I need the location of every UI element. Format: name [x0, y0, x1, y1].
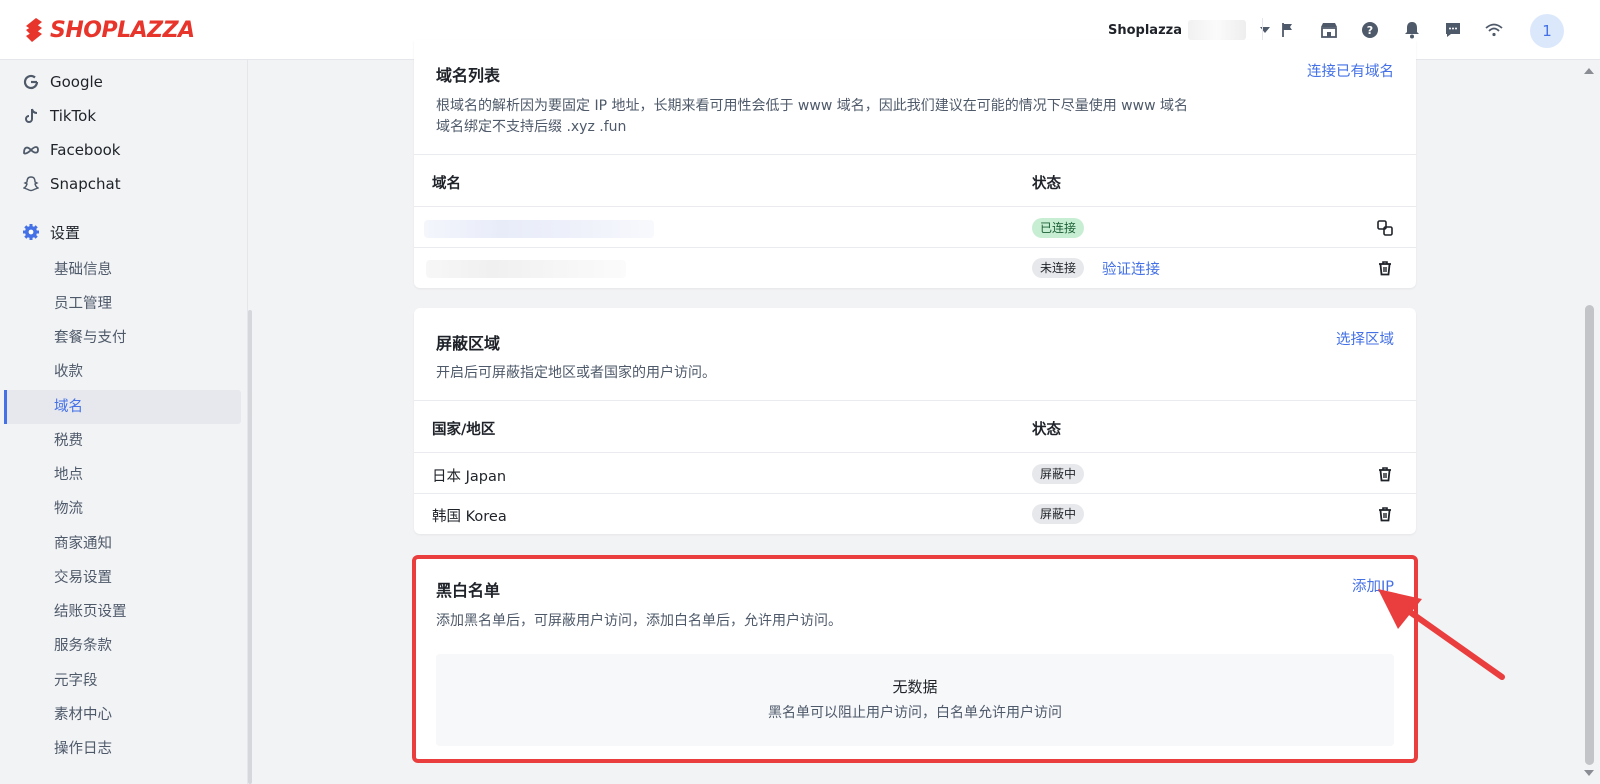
- table-row: 未连接 验证连接: [414, 248, 1416, 288]
- store-switcher[interactable]: Shoplazza: [1108, 20, 1270, 40]
- scroll-down-icon[interactable]: [1584, 770, 1594, 776]
- status-badge: 屏蔽中: [1032, 504, 1085, 524]
- wifi-icon[interactable]: [1484, 20, 1504, 40]
- blocked-region-card: 屏蔽区域 选择区域 开启后可屏蔽指定地区或者国家的用户访问。 国家/地区 状态 …: [414, 308, 1416, 534]
- sidebar-item-label: TikTok: [50, 107, 97, 125]
- region-name: 韩国 Korea: [432, 509, 507, 525]
- meta-icon: [22, 141, 40, 159]
- column-header-status: 状态: [1032, 422, 1061, 438]
- sidebar-item-shipping[interactable]: 物流: [54, 498, 83, 520]
- scroll-up-icon[interactable]: [1584, 68, 1594, 74]
- sidebar-item-label: Google: [50, 73, 103, 91]
- sidebar-item-basic-info[interactable]: 基础信息: [54, 259, 112, 281]
- table-header: 域名 状态: [414, 154, 1416, 207]
- sidebar-item-snapchat[interactable]: Snapchat: [22, 172, 121, 196]
- tiktok-icon: [22, 107, 40, 125]
- sidebar-item-plan-billing[interactable]: 套餐与支付: [54, 327, 127, 349]
- sidebar-item-notifications[interactable]: 商家通知: [54, 533, 112, 555]
- trash-icon[interactable]: [1376, 465, 1394, 483]
- sidebar-item-taxes[interactable]: 税费: [54, 430, 83, 452]
- ip-list-card: 黑白名单 添加IP 添加黑名单后，可屏蔽用户访问，添加白名单后，允许用户访问。 …: [414, 559, 1416, 759]
- status-badge: 屏蔽中: [1032, 464, 1085, 484]
- copy-link-icon[interactable]: [1376, 219, 1394, 237]
- card-description: 添加黑名单后，可屏蔽用户访问，添加白名单后，允许用户访问。: [436, 613, 842, 629]
- card-title: 黑白名单: [436, 581, 501, 600]
- card-title: 域名列表: [436, 66, 501, 85]
- main-scrollbar-thumb[interactable]: [1585, 305, 1594, 765]
- sidebar-item-metafields[interactable]: 元字段: [54, 670, 98, 692]
- sidebar-item-label: 设置: [50, 223, 81, 242]
- card-description: 开启后可屏蔽指定地区或者国家的用户访问。: [436, 365, 716, 381]
- bell-icon[interactable]: [1402, 20, 1422, 40]
- sidebar-item-facebook[interactable]: Facebook: [22, 138, 120, 162]
- trash-icon[interactable]: [1376, 505, 1394, 523]
- table-row: 日本 Japan 屏蔽中: [414, 454, 1416, 494]
- table-header: 国家/地区 状态: [414, 400, 1416, 453]
- domain-name-redacted: [424, 220, 654, 238]
- sidebar-item-settings[interactable]: 设置: [22, 220, 80, 244]
- trash-icon[interactable]: [1376, 259, 1394, 277]
- sidebar-item-activity-log[interactable]: 操作日志: [54, 738, 112, 760]
- sidebar-item-label: Snapchat: [50, 175, 121, 193]
- sidebar-item-terms[interactable]: 服务条款: [54, 635, 112, 657]
- store-icon[interactable]: [1319, 20, 1339, 40]
- card-title: 屏蔽区域: [436, 334, 501, 353]
- sidebar-item-transactions[interactable]: 交易设置: [54, 567, 112, 589]
- table-row: 已连接: [414, 208, 1416, 248]
- shoplazza-logo-icon: [26, 18, 42, 42]
- store-name-redacted: [1188, 20, 1246, 40]
- help-icon[interactable]: ?: [1360, 20, 1380, 40]
- connect-domain-link[interactable]: 连接已有域名: [1307, 60, 1394, 81]
- store-name: Shoplazza: [1108, 22, 1182, 38]
- sidebar-active-indicator: [4, 390, 241, 424]
- sidebar-item-google[interactable]: Google: [22, 70, 103, 94]
- annotation-arrow-icon: [1378, 589, 1505, 680]
- select-region-link[interactable]: 选择区域: [1336, 328, 1394, 349]
- sidebar-item-checkout[interactable]: 结账页设置: [54, 601, 127, 623]
- region-name: 日本 Japan: [432, 469, 507, 485]
- sidebar-item-assets[interactable]: 素材中心: [54, 704, 112, 726]
- column-header-status: 状态: [1032, 176, 1061, 192]
- snapchat-icon: [22, 175, 40, 193]
- flag-icon[interactable]: [1278, 20, 1298, 40]
- status-badge: 未连接: [1032, 258, 1085, 278]
- column-header-domain: 域名: [432, 176, 461, 192]
- message-icon[interactable]: [1443, 20, 1463, 40]
- domain-name-redacted: [426, 260, 626, 278]
- empty-state-title: 无数据: [892, 678, 938, 696]
- shoplazza-logo[interactable]: SHOPLAZZA: [22, 16, 195, 44]
- sidebar-item-tiktok[interactable]: TikTok: [22, 104, 96, 128]
- svg-text:?: ?: [1367, 24, 1373, 37]
- sidebar-item-label: Facebook: [50, 141, 121, 159]
- empty-state: 无数据 黑名单可以阻止用户访问，白名单允许用户访问: [436, 654, 1394, 746]
- google-icon: [22, 73, 40, 91]
- gear-icon: [22, 223, 40, 241]
- avatar[interactable]: 1: [1530, 14, 1564, 48]
- card-description: 根域名的解析因为要固定 IP 地址，长期来看可用性会低于 www 域名，因此我们…: [436, 98, 1188, 114]
- verify-connection-link[interactable]: 验证连接: [1102, 258, 1160, 279]
- sidebar-item-domains[interactable]: 域名: [54, 396, 83, 418]
- empty-state-subtitle: 黑名单可以阻止用户访问，白名单允许用户访问: [768, 705, 1062, 721]
- sidebar-item-payments[interactable]: 收款: [54, 361, 83, 383]
- domain-list-card: 域名列表 连接已有域名 根域名的解析因为要固定 IP 地址，长期来看可用性会低于…: [414, 40, 1416, 288]
- brand-name: SHOPLAZZA: [50, 17, 195, 43]
- status-badge: 已连接: [1032, 218, 1085, 238]
- sidebar-scrollbar[interactable]: [248, 310, 252, 784]
- column-header-region: 国家/地区: [432, 422, 496, 438]
- table-row: 韩国 Korea 屏蔽中: [414, 494, 1416, 534]
- sidebar-item-staff[interactable]: 员工管理: [54, 293, 112, 315]
- card-description: 域名绑定不支持后缀 .xyz .fun: [436, 119, 627, 135]
- sidebar-item-locations[interactable]: 地点: [54, 464, 83, 486]
